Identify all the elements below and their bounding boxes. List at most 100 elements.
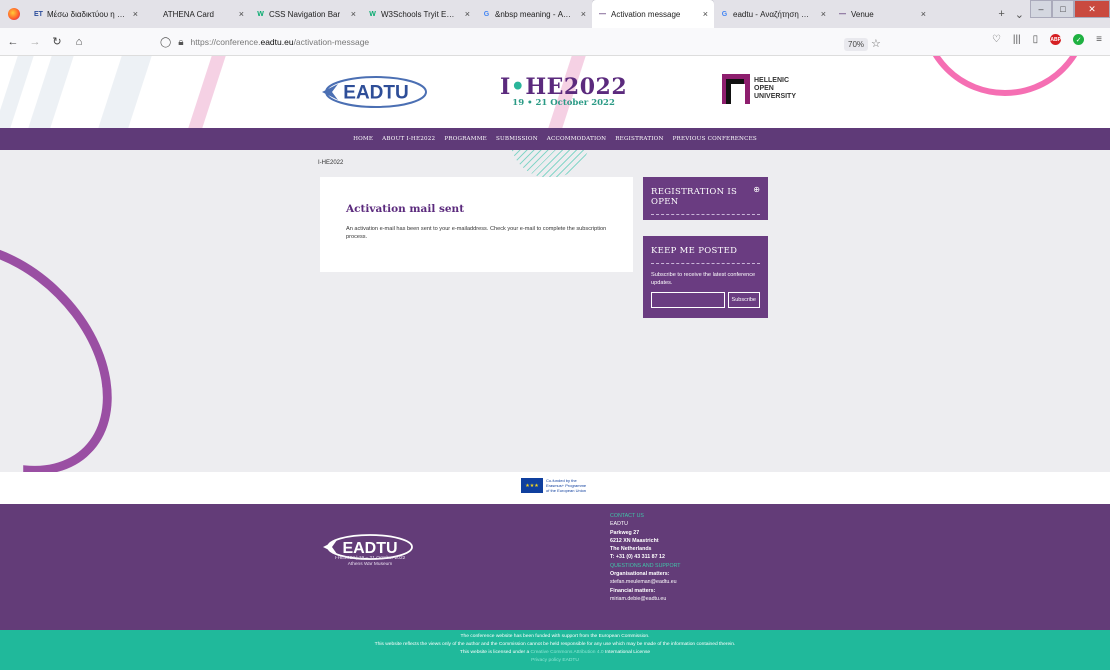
browser-tab[interactable]: W CSS Navigation Bar × xyxy=(250,0,362,28)
firefox-icon[interactable] xyxy=(0,0,28,28)
support-heading: QUESTIONS AND SUPPORT xyxy=(610,562,681,569)
menu-item-registration[interactable]: REGISTRATION xyxy=(615,136,663,142)
minimize-icon[interactable]: – xyxy=(1030,0,1052,18)
registration-heading: REGISTRATION IS OPEN xyxy=(651,187,760,215)
menu-hamburger-icon[interactable]: ≡ xyxy=(1096,34,1102,45)
home-icon[interactable]: ⌂ xyxy=(70,36,88,48)
menu-item-home[interactable]: HOME xyxy=(353,136,373,142)
tab-label: Activation message xyxy=(611,9,681,19)
menu-item-previous-conferences[interactable]: PREVIOUS CONFERENCES xyxy=(673,136,757,142)
subscribe-row: Subscribe xyxy=(651,292,760,308)
back-arrow-icon[interactable]: ← xyxy=(4,36,22,48)
tab-strip: ΕΤΜέσω διαδικτύου η έκδοση×ATHENA Card×W… xyxy=(28,0,932,28)
registration-box[interactable]: REGISTRATION IS OPEN ⊕ xyxy=(643,177,768,220)
hou-text: HELLENIC OPEN UNIVERSITY xyxy=(754,77,797,100)
browser-tab-bar: ΕΤΜέσω διαδικτύου η έκδοση×ATHENA Card×W… xyxy=(0,0,1110,28)
extension-check-icon[interactable]: ✓ xyxy=(1073,34,1085,45)
browser-tab[interactable]: — Venue × xyxy=(832,0,932,28)
breadcrumb[interactable]: I-HE2022 xyxy=(318,160,343,166)
tab-close-icon[interactable]: × xyxy=(915,9,926,19)
window-close-icon[interactable]: ✕ xyxy=(1074,0,1110,18)
reload-icon[interactable]: ↻ xyxy=(48,35,66,48)
hellenic-open-university-logo[interactable]: HELLENIC OPEN UNIVERSITY xyxy=(722,74,796,104)
tab-close-icon[interactable]: × xyxy=(233,9,244,19)
tab-label: Μέσω διαδικτύου η έκδοση xyxy=(47,9,127,19)
activation-card: Activation mail sent An activation e-mai… xyxy=(320,177,633,272)
tab-favicon-icon: ΕΤ xyxy=(34,10,43,18)
browser-tab[interactable]: ATHENA Card × xyxy=(144,0,250,28)
expand-plus-icon[interactable]: ⊕ xyxy=(753,185,760,194)
tab-close-icon[interactable]: × xyxy=(127,9,138,19)
contact-phone[interactable]: T: +31 (0) 43 311 87 12 xyxy=(610,554,665,560)
tab-favicon-icon: W xyxy=(369,10,376,18)
library-icon[interactable]: ||| xyxy=(1013,34,1021,45)
pocket-icon[interactable]: ♡ xyxy=(992,34,1001,45)
keep-posted-text: Subscribe to receive the latest conferen… xyxy=(651,272,756,286)
menu-item-accommodation[interactable]: ACCOMMODATION xyxy=(547,136,606,142)
contact-heading: CONTACT US xyxy=(610,513,644,519)
decor-hatch xyxy=(510,150,590,178)
toolbar-icons: ♡ ||| ▯ ABP ✓ ≡ xyxy=(992,34,1102,45)
decor-stripe xyxy=(98,56,152,128)
tab-label: Venue xyxy=(851,9,874,19)
subscribe-email-input[interactable] xyxy=(651,292,725,308)
zoom-level[interactable]: 70% xyxy=(844,38,869,51)
shield-icon[interactable]: ◯ xyxy=(160,37,171,48)
subscribe-button[interactable]: Subscribe xyxy=(727,292,760,308)
browser-tab[interactable]: ΕΤ Μέσω διαδικτύου η έκδοση× xyxy=(28,0,144,28)
menu-item-about-i-he2022[interactable]: ABOUT I-HE2022 xyxy=(382,136,435,142)
tab-close-icon[interactable]: × xyxy=(697,9,708,19)
fin-matters-label: Financial matters: xyxy=(610,587,656,594)
tab-close-icon[interactable]: × xyxy=(459,9,470,19)
decor-arc xyxy=(0,195,158,472)
content-area: I-HE2022 Activation mail sent An activat… xyxy=(0,150,1110,472)
sidebar-icon[interactable]: ▯ xyxy=(1033,34,1039,45)
decor-arc xyxy=(920,56,1090,96)
tab-close-icon[interactable]: × xyxy=(815,9,826,19)
decor-stripe xyxy=(0,56,34,128)
menu-item-programme[interactable]: PROGRAMME xyxy=(444,136,487,142)
org-email-link[interactable]: stefan.meuleman@eadtu.eu xyxy=(610,578,681,586)
tab-favicon-icon: W xyxy=(257,10,264,18)
url-path: /activation-message xyxy=(293,37,370,47)
svg-text:EADTU: EADTU xyxy=(342,540,397,557)
org-matters-label: Organisational matters: xyxy=(610,571,670,578)
forward-arrow-icon[interactable]: → xyxy=(26,36,44,48)
disclaimer-bar: The conference website has been funded w… xyxy=(0,630,1110,670)
ihe2022-title: I•HE2022 xyxy=(500,74,628,100)
disclaimer-line: This website reflects the views only of … xyxy=(374,642,736,647)
browser-tab[interactable]: G&nbsp meaning - Αναζήτησ× xyxy=(476,0,592,28)
contact-org: EADTU xyxy=(610,521,628,528)
keep-posted-heading: KEEP ME POSTED xyxy=(651,246,760,264)
adblock-icon[interactable]: ABP xyxy=(1050,34,1062,45)
decor-stripe xyxy=(188,56,226,128)
tab-label: CSS Navigation Bar xyxy=(269,9,341,19)
privacy-policy-link[interactable]: Privacy policy EADTU xyxy=(0,657,1110,665)
contact-city: 6212 XN Maastricht xyxy=(610,537,659,544)
window-controls: – □ ✕ xyxy=(1030,0,1110,20)
disclaimer-line: The conference website has been funded w… xyxy=(460,634,650,639)
license-link[interactable]: Creative Commons Attribution 4.0 xyxy=(531,650,604,655)
tab-label: eadtu - Αναζήτηση Google xyxy=(733,9,815,19)
fin-email-link[interactable]: miriam.debie@eadtu.eu xyxy=(610,595,681,603)
funding-strip: ★★★ Co-funded by the Erasmus+ Programme … xyxy=(0,472,1110,504)
ihe2022-logo[interactable]: I•HE2022 19 • 21 October 2022 xyxy=(500,74,627,108)
site-footer: EADTU I-HE2022 | 19 – 21 October 2022 At… xyxy=(0,504,1110,630)
browser-tab[interactable]: Geadtu - Αναζήτηση Google× xyxy=(714,0,832,28)
menu-item-submission[interactable]: SUBMISSION xyxy=(496,136,538,142)
tab-list-chevron-icon[interactable]: ⌄ xyxy=(1015,8,1024,21)
tab-favicon-icon: G xyxy=(721,10,728,18)
browser-tab[interactable]: — Activation message × xyxy=(592,0,714,28)
url-bar[interactable]: ◯ 🔒︎ https://conference. eadtu.eu/activat… xyxy=(160,32,930,52)
tab-close-icon[interactable]: × xyxy=(345,9,356,19)
bookmark-star-icon[interactable]: ☆ xyxy=(871,37,881,50)
tab-favicon-icon: — xyxy=(839,10,846,18)
maximize-icon[interactable]: □ xyxy=(1052,0,1074,18)
tab-close-icon[interactable]: × xyxy=(575,9,586,19)
lock-icon[interactable]: 🔒︎ xyxy=(178,37,183,48)
browser-tab[interactable]: W W3Schools Tryit Editor × xyxy=(362,0,476,28)
new-tab-icon[interactable]: + xyxy=(998,8,1004,20)
contact-street: Parkweg 27 xyxy=(610,529,640,536)
tab-label: W3Schools Tryit Editor xyxy=(381,9,459,19)
eadtu-logo[interactable]: EADTU xyxy=(318,74,428,110)
